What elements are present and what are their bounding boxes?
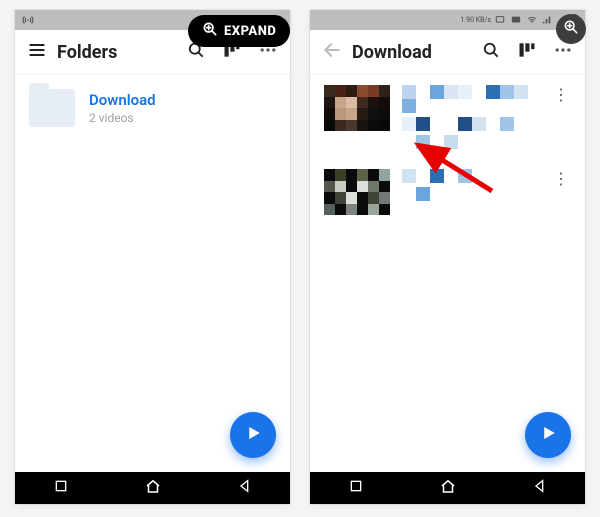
recent-apps-button[interactable] xyxy=(348,478,364,498)
system-nav-bar xyxy=(310,472,585,504)
hamburger-icon xyxy=(27,40,47,64)
wifi-icon xyxy=(526,15,538,25)
square-icon xyxy=(53,479,69,498)
cast-icon xyxy=(494,15,506,25)
folder-item-download[interactable]: Download 2 videos xyxy=(15,75,290,141)
home-button[interactable] xyxy=(144,477,162,499)
volte-icon xyxy=(509,15,523,25)
content-area: Download 2 videos xyxy=(15,75,290,472)
search-icon xyxy=(481,40,501,64)
network-speed-text: 1.90 KB/s xyxy=(460,17,491,24)
home-outline-icon xyxy=(144,480,162,499)
home-button[interactable] xyxy=(439,477,457,499)
signal-icon xyxy=(541,15,553,25)
zoom-in-icon xyxy=(202,21,218,41)
back-button[interactable] xyxy=(237,478,253,498)
video-item-1[interactable]: ⋮ xyxy=(310,75,585,159)
home-outline-icon xyxy=(439,480,457,499)
recent-apps-button[interactable] xyxy=(53,478,69,498)
video-thumbnail xyxy=(324,169,390,215)
video-title-placeholder xyxy=(402,169,539,201)
system-nav-bar xyxy=(15,472,290,504)
folder-icon xyxy=(29,89,75,127)
square-icon xyxy=(348,479,364,498)
triangle-left-icon xyxy=(237,479,253,498)
page-title: Folders xyxy=(53,42,180,63)
triangle-left-icon xyxy=(532,479,548,498)
page-title: Download xyxy=(348,42,475,63)
view-columns-icon xyxy=(517,40,537,64)
folder-subtitle: 2 videos xyxy=(89,111,156,125)
more-vertical-icon: ⋮ xyxy=(553,85,569,104)
phone-left: 0:14 Folders xyxy=(15,10,290,504)
zoom-in-icon xyxy=(563,19,579,39)
more-vertical-icon: ⋮ xyxy=(553,169,569,188)
item-more-button[interactable]: ⋮ xyxy=(551,169,571,188)
item-more-button[interactable]: ⋮ xyxy=(551,85,571,104)
zoom-button[interactable] xyxy=(556,14,586,44)
status-bar: 1.90 KB/s xyxy=(310,10,585,30)
app-bar: Download xyxy=(310,30,585,75)
play-fab[interactable] xyxy=(230,412,276,458)
play-icon xyxy=(244,424,262,446)
back-arrow-button[interactable] xyxy=(316,36,348,68)
play-icon xyxy=(539,424,557,446)
video-title-placeholder xyxy=(402,85,539,149)
video-thumbnail xyxy=(324,85,390,131)
video-item-2[interactable]: ⋮ xyxy=(310,159,585,225)
expand-button[interactable]: EXPAND xyxy=(188,15,290,47)
phone-right: 1.90 KB/s xyxy=(310,10,585,504)
arrow-left-icon xyxy=(322,40,342,64)
menu-button[interactable] xyxy=(21,36,53,68)
search-button[interactable] xyxy=(475,36,507,68)
view-toggle-button[interactable] xyxy=(511,36,543,68)
play-fab[interactable] xyxy=(525,412,571,458)
expand-label: EXPAND xyxy=(224,24,276,39)
back-button[interactable] xyxy=(532,478,548,498)
folder-name: Download xyxy=(89,91,156,109)
broadcast-icon xyxy=(21,14,35,26)
content-area: ⋮ ⋮ xyxy=(310,75,585,472)
